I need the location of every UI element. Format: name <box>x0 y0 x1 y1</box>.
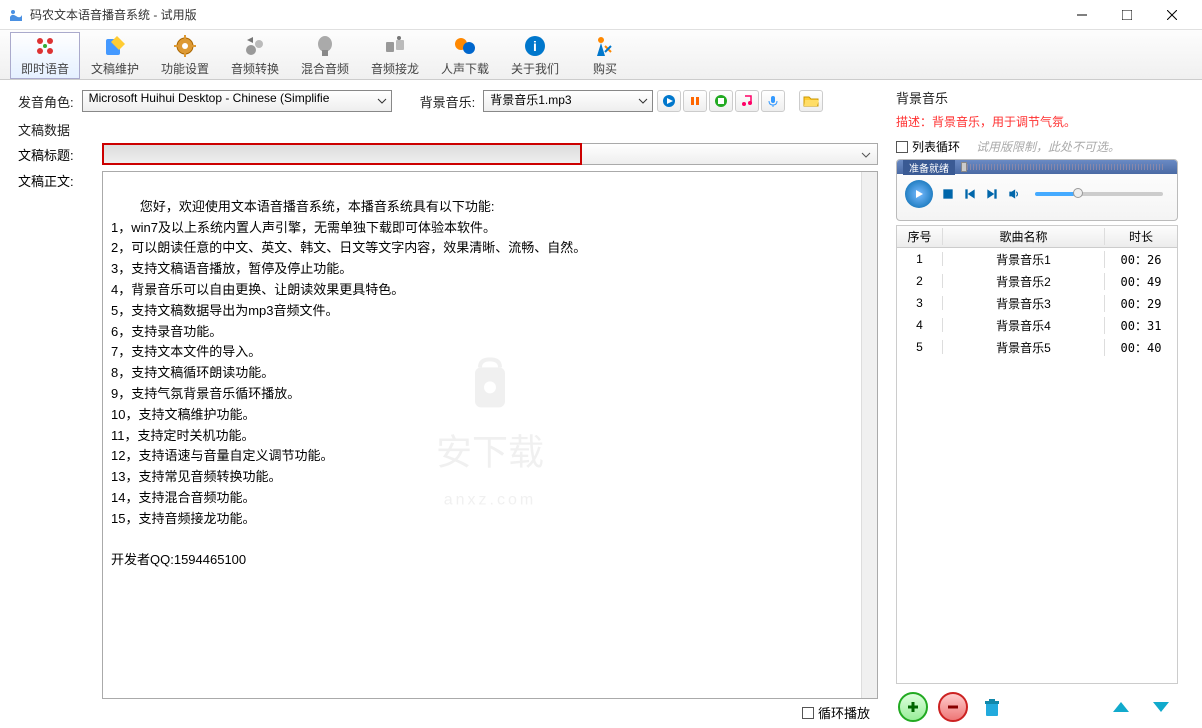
tool-label: 购买 <box>593 60 617 77</box>
voice-value: Microsoft Huihui Desktop - Chinese (Simp… <box>89 91 330 105</box>
player-play-button[interactable] <box>905 180 933 208</box>
player-stop-button[interactable] <box>941 187 955 201</box>
close-button[interactable] <box>1149 1 1194 29</box>
svg-text:i: i <box>533 38 537 54</box>
loop-checkbox[interactable] <box>802 707 814 719</box>
body-content: 您好，欢迎使用文本语音播音系统，本播音系统具有以下功能: 1，win7及以上系统… <box>111 199 586 568</box>
bgm-select[interactable]: 背景音乐1.mp3 <box>483 90 653 112</box>
maximize-button[interactable] <box>1104 1 1149 29</box>
table-row[interactable]: 3背景音乐300：29 <box>897 292 1177 314</box>
chevron-down-icon <box>638 95 648 109</box>
bgm-label: 背景音乐: <box>420 92 476 111</box>
body-textarea[interactable]: 您好，欢迎使用文本语音播音系统，本播音系统具有以下功能: 1，win7及以上系统… <box>102 171 878 699</box>
title-label: 文稿标题: <box>18 145 102 164</box>
voice-icon <box>33 34 57 58</box>
tool-about[interactable]: i 关于我们 <box>500 32 570 79</box>
add-button[interactable] <box>898 692 928 722</box>
app-icon <box>8 7 24 23</box>
voice-label: 发音角色: <box>18 92 74 111</box>
gear-icon <box>173 34 197 58</box>
player-thumb[interactable] <box>961 162 967 172</box>
scroll-down-button[interactable] <box>1146 693 1176 721</box>
player-status: 准备就绪 <box>903 160 955 175</box>
tool-label: 音频转换 <box>231 60 279 77</box>
download-icon <box>453 34 477 58</box>
title-input[interactable] <box>102 143 582 165</box>
stop-button[interactable] <box>709 90 733 112</box>
remove-button[interactable] <box>938 692 968 722</box>
table-row[interactable]: 4背景音乐400：31 <box>897 314 1177 336</box>
tool-mix-audio[interactable]: 混合音频 <box>290 32 360 79</box>
music-button[interactable] <box>735 90 759 112</box>
player-track[interactable] <box>961 164 1165 170</box>
main-toolbar: 即时语音 文稿维护 功能设置 音频转换 混合音频 音频接龙 人声下载 i 关于我… <box>0 30 1202 80</box>
titlebar: 码农文本语音播音系统 - 试用版 <box>0 0 1202 30</box>
about-icon: i <box>523 34 547 58</box>
bgm-section-title: 背景音乐 <box>896 88 1178 107</box>
left-panel: 发音角色: Microsoft Huihui Desktop - Chinese… <box>0 80 890 728</box>
tool-settings[interactable]: 功能设置 <box>150 32 220 79</box>
volume-thumb[interactable] <box>1073 188 1083 198</box>
bgm-value: 背景音乐1.mp3 <box>490 93 571 107</box>
tool-instant-voice[interactable]: 即时语音 <box>10 32 80 79</box>
song-table: 序号 歌曲名称 时长 1背景音乐100：26 2背景音乐200：49 3背景音乐… <box>896 225 1178 684</box>
body-label: 文稿正文: <box>18 171 102 699</box>
open-folder-button[interactable] <box>799 90 823 112</box>
tool-label: 功能设置 <box>161 60 209 77</box>
loop-label: 循环播放 <box>818 703 870 722</box>
bgm-description: 描述：背景音乐，用于调节气氛。 <box>896 113 1178 130</box>
tool-audio-chain[interactable]: 音频接龙 <box>360 32 430 79</box>
player-prev-button[interactable] <box>963 187 977 201</box>
tool-label: 混合音频 <box>301 60 349 77</box>
minimize-button[interactable] <box>1059 1 1104 29</box>
buy-icon <box>593 34 617 58</box>
list-loop-label: 列表循环 <box>912 138 960 155</box>
scrollbar[interactable] <box>861 172 877 698</box>
volume-slider[interactable] <box>1035 192 1163 196</box>
watermark: 安下载 anxz.com <box>436 357 544 512</box>
right-panel: 背景音乐 描述：背景音乐，用于调节气氛。 列表循环 试用版限制，此处不可选。 准… <box>890 80 1190 728</box>
col-duration-header: 时长 <box>1105 228 1177 245</box>
data-section-label: 文稿数据 <box>18 120 878 139</box>
tool-label: 文稿维护 <box>91 60 139 77</box>
list-loop-hint: 试用版限制，此处不可选。 <box>976 138 1120 155</box>
trash-button[interactable] <box>978 693 1006 721</box>
title-dropdown[interactable] <box>582 143 878 165</box>
tool-label: 音频接龙 <box>371 60 419 77</box>
edit-icon <box>103 34 127 58</box>
col-index-header: 序号 <box>897 228 943 245</box>
list-loop-checkbox[interactable] <box>896 141 908 153</box>
audio-player: 准备就绪 <box>896 159 1178 221</box>
player-volume-icon[interactable] <box>1007 187 1021 201</box>
table-row[interactable]: 1背景音乐100：26 <box>897 248 1177 270</box>
voice-select[interactable]: Microsoft Huihui Desktop - Chinese (Simp… <box>82 90 392 112</box>
table-row[interactable]: 5背景音乐500：40 <box>897 336 1177 358</box>
tool-label: 关于我们 <box>511 60 559 77</box>
mix-icon <box>313 34 337 58</box>
col-name-header: 歌曲名称 <box>943 228 1105 245</box>
convert-icon <box>243 34 267 58</box>
tool-label: 人声下载 <box>441 60 489 77</box>
chain-icon <box>383 34 407 58</box>
mic-button[interactable] <box>761 90 785 112</box>
tool-doc-maintain[interactable]: 文稿维护 <box>80 32 150 79</box>
tool-buy[interactable]: 购买 <box>570 32 640 79</box>
chevron-down-icon <box>377 95 387 109</box>
tool-voice-download[interactable]: 人声下载 <box>430 32 500 79</box>
table-row[interactable]: 2背景音乐200：49 <box>897 270 1177 292</box>
window-title: 码农文本语音播音系统 - 试用版 <box>30 6 1059 23</box>
pause-button[interactable] <box>683 90 707 112</box>
tool-label: 即时语音 <box>21 60 69 77</box>
tool-audio-convert[interactable]: 音频转换 <box>220 32 290 79</box>
player-next-button[interactable] <box>985 187 999 201</box>
scroll-up-button[interactable] <box>1106 693 1136 721</box>
chevron-down-icon <box>861 149 871 163</box>
play-button[interactable] <box>657 90 681 112</box>
